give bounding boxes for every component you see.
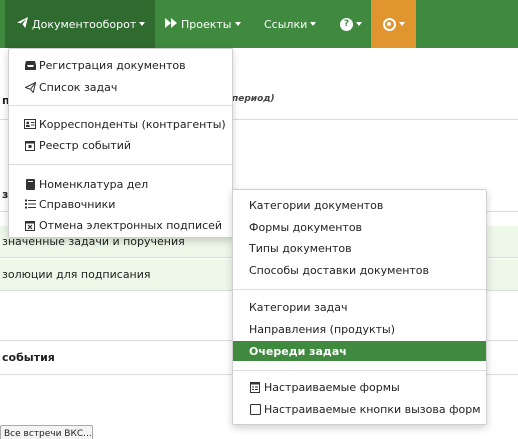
chevron-down-icon (310, 22, 317, 26)
period-fragment: период) (232, 94, 275, 104)
menu-item-correspondents[interactable]: Корреспонденты (контрагенты) (9, 114, 232, 134)
menu-item-label: Реестр событий (39, 138, 132, 152)
events-heading: события (2, 351, 55, 364)
submenu-item[interactable]: Настраиваемые формы (233, 377, 486, 397)
menu-item-event-registry[interactable]: Реестр событий (9, 135, 232, 155)
book-icon (24, 178, 36, 190)
resolutions-link[interactable]: золюции для подписания (2, 268, 151, 281)
menu-item-registration[interactable]: Регистрация документов (9, 55, 232, 75)
menu-item-label: Список задач (39, 80, 118, 94)
all-vks-meetings-button[interactable]: Все встречи ВКС... (0, 425, 93, 439)
square-icon (249, 403, 261, 415)
menu-item-label: Регистрация документов (39, 58, 186, 72)
submenu-item-label: Настраиваемые формы (264, 380, 400, 394)
menu-item-label: Корреспонденты (контрагенты) (39, 117, 226, 131)
paper-plane-icon (17, 17, 28, 31)
form-icon (249, 381, 261, 393)
submenu-item-label: Очереди задач (249, 344, 347, 358)
menu-item-label: Справочники (39, 197, 116, 211)
calendar-icon (24, 140, 36, 151)
submenu-item-label: Категории документов (249, 198, 384, 212)
calendar-x-icon (24, 220, 36, 231)
submenu-item[interactable]: Типы документов (233, 238, 486, 258)
submenu-item-label: Формы документов (249, 220, 363, 234)
fast-forward-icon (165, 17, 177, 31)
nav-links-label: Ссылки (264, 17, 308, 31)
submenu-item[interactable]: Формы документов (233, 217, 486, 237)
directories-submenu: Категории документов Формы документов Ти… (232, 189, 487, 425)
menu-divider (233, 289, 486, 290)
life-ring-icon (382, 17, 396, 31)
submenu-item[interactable]: Способы доставки документов (233, 260, 486, 280)
nav-help[interactable]: ? (340, 0, 362, 48)
nav-projects[interactable]: Проекты (165, 0, 241, 48)
help-icon: ? (340, 17, 353, 31)
menu-item-label: Номенклатура дел (39, 177, 149, 191)
menu-item-case-nomenclature[interactable]: Номенклатура дел (9, 174, 232, 194)
nav-documents-label: Документооборот (32, 17, 137, 31)
menu-divider (233, 370, 486, 371)
chevron-down-icon (398, 22, 405, 26)
top-navbar: Документооборот Проекты Ссылки ? (0, 0, 518, 48)
nav-links[interactable]: Ссылки (264, 0, 317, 48)
nav-support[interactable] (371, 0, 416, 48)
submenu-item-label: Настраиваемые кнопки вызова форм (264, 402, 481, 416)
chevron-down-icon (234, 22, 241, 26)
menu-item-label: Отмена электронных подписей (39, 218, 223, 232)
submenu-item-label: Способы доставки документов (249, 263, 430, 277)
menu-divider (9, 164, 232, 165)
address-card-icon (24, 119, 36, 130)
submenu-item-active[interactable]: Очереди задач (233, 341, 486, 361)
submenu-item-label: Направления (продукты) (249, 322, 396, 336)
documents-dropdown-menu: Регистрация документов Список задач Корр… (8, 48, 233, 238)
nav-documents[interactable]: Документооборот (5, 0, 155, 48)
chevron-down-icon (139, 22, 146, 26)
submenu-item-label: Типы документов (249, 241, 352, 255)
submenu-item-label: Категории задач (249, 300, 348, 314)
submenu-item[interactable]: Настраиваемые кнопки вызова форм (233, 399, 486, 419)
nav-projects-label: Проекты (181, 17, 232, 31)
submenu-item[interactable]: Категории документов (233, 195, 486, 215)
submenu-item[interactable]: Направления (продукты) (233, 319, 486, 339)
chevron-down-icon (356, 22, 362, 26)
inbox-icon (24, 60, 36, 71)
menu-item-directories[interactable]: Справочники (9, 194, 232, 214)
list-icon (24, 199, 36, 210)
menu-item-task-list[interactable]: Список задач (9, 77, 232, 97)
submenu-item[interactable]: Категории задач (233, 297, 486, 317)
menu-divider (9, 105, 232, 106)
paper-plane-icon (24, 81, 36, 93)
menu-item-cancel-signatures[interactable]: Отмена электронных подписей (9, 215, 232, 235)
